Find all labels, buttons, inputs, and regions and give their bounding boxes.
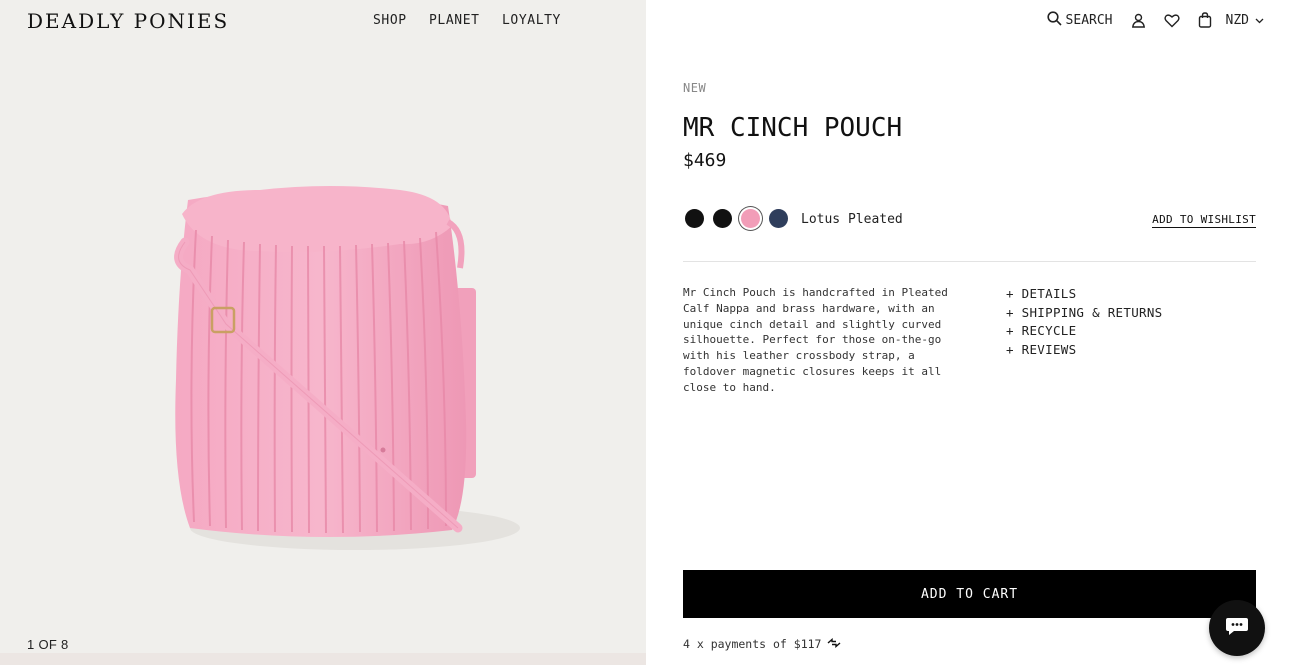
swatch-navy[interactable] xyxy=(769,209,788,228)
product-image[interactable] xyxy=(0,0,646,665)
swatch-pink[interactable] xyxy=(741,209,760,228)
accordion-reviews[interactable]: + REVIEWS xyxy=(1006,341,1163,360)
product-description: Mr Cinch Pouch is handcrafted in Pleated… xyxy=(683,286,948,394)
product-details: NEW MR CINCH POUCH $469 Lotus Pleated AD… xyxy=(683,0,1256,665)
accordion-details[interactable]: + DETAILS xyxy=(1006,285,1163,304)
swatch-black-1[interactable] xyxy=(685,209,704,228)
product-accordion: + DETAILS + SHIPPING & RETURNS + RECYCLE… xyxy=(1006,285,1163,359)
product-title: MR CINCH POUCH xyxy=(683,113,903,143)
nav-planet[interactable]: PLANET xyxy=(429,13,480,28)
payments-info: 4 x payments of $117 xyxy=(683,637,841,651)
payments-text: 4 x payments of $117 xyxy=(683,637,822,651)
thumbnail-strip[interactable] xyxy=(0,653,646,665)
add-to-cart-button[interactable]: ADD TO CART xyxy=(683,570,1256,618)
swatch-black-2[interactable] xyxy=(713,209,732,228)
product-price: $469 xyxy=(683,150,727,171)
color-swatches xyxy=(685,209,788,228)
nav-loyalty[interactable]: LOYALTY xyxy=(502,13,561,28)
accordion-shipping-returns[interactable]: + SHIPPING & RETURNS xyxy=(1006,304,1163,323)
chat-widget-button[interactable] xyxy=(1209,600,1265,656)
chat-icon xyxy=(1225,616,1249,641)
accordion-recycle[interactable]: + RECYCLE xyxy=(1006,322,1163,341)
nav-shop[interactable]: SHOP xyxy=(373,13,407,28)
afterpay-icon[interactable] xyxy=(827,637,841,651)
add-to-wishlist-link[interactable]: ADD TO WISHLIST xyxy=(1152,213,1256,228)
selected-color-name: Lotus Pleated xyxy=(801,212,903,227)
image-counter: 1 OF 8 xyxy=(27,637,69,652)
new-badge: NEW xyxy=(683,81,707,95)
product-gallery: DEADLY PONIES SHOP PLANET LOYALTY 1 OF 8 xyxy=(0,0,646,665)
chevron-down-icon xyxy=(1255,13,1264,28)
divider xyxy=(683,261,1256,262)
brand-logo[interactable]: DEADLY PONIES xyxy=(27,9,229,33)
